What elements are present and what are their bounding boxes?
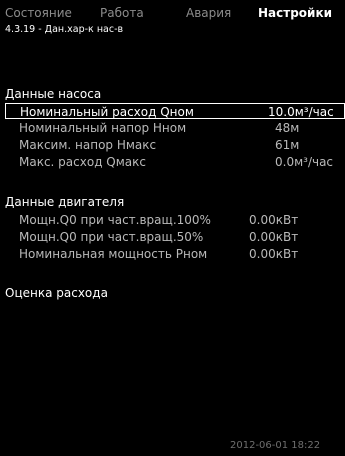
tab-alarm[interactable]: Авария xyxy=(186,6,231,20)
row-label: Макс. расход Qмакс xyxy=(19,155,147,169)
row-value: 61м xyxy=(275,138,300,152)
tab-bar: Состояние Работа Авария Настройки xyxy=(0,0,345,22)
datetime-readout: 2012-06-01 18:22 xyxy=(230,440,321,451)
row-label: Номинальный расход Qном xyxy=(20,105,194,119)
row-nominal-flow[interactable]: Номинальный расход Qном 10.0м³/час xyxy=(5,103,345,119)
row-value: 48м xyxy=(275,121,300,135)
tab-operation[interactable]: Работа xyxy=(100,6,144,20)
row-max-head[interactable]: Максим. напор Нмакс 61м xyxy=(5,137,345,153)
row-value: 10.0м³/час xyxy=(268,105,334,119)
row-label: Максим. напор Нмакс xyxy=(19,138,157,152)
row-value: 0.00кВт xyxy=(249,230,299,244)
tab-settings[interactable]: Настройки xyxy=(258,6,332,20)
row-rated-power[interactable]: Номинальная мощность Рном 0.00кВт xyxy=(5,246,345,262)
row-power-100[interactable]: Мощн.Q0 при част.вращ.100% 0.00кВт xyxy=(5,212,345,228)
breadcrumb: 4.3.19 - Дан.хар-к нас-в xyxy=(5,24,124,35)
row-label: Мощн.Q0 при част.вращ.50% xyxy=(19,230,204,244)
row-label: Номинальный напор Нном xyxy=(19,121,187,135)
row-power-50[interactable]: Мощн.Q0 при част.вращ.50% 0.00кВт xyxy=(5,229,345,245)
motor-data-title: Данные двигателя xyxy=(5,195,125,209)
row-max-flow[interactable]: Макс. расход Qмакс 0.0м³/час xyxy=(5,154,345,170)
row-label: Номинальная мощность Рном xyxy=(19,247,208,261)
pump-data-title: Данные насоса xyxy=(5,87,102,101)
row-value: 0.0м³/час xyxy=(275,155,334,169)
tab-status[interactable]: Состояние xyxy=(5,6,72,20)
row-label: Мощн.Q0 при част.вращ.100% xyxy=(19,213,211,227)
row-value: 0.00кВт xyxy=(249,213,299,227)
row-value: 0.00кВт xyxy=(249,247,299,261)
row-nominal-head[interactable]: Номинальный напор Нном 48м xyxy=(5,120,345,136)
flow-estimation-item[interactable]: Оценка расхода xyxy=(5,286,108,300)
